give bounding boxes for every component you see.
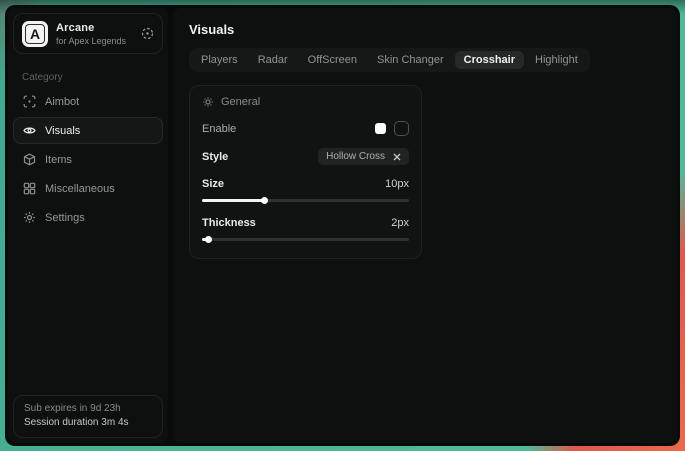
- enable-checkbox[interactable]: [394, 121, 409, 136]
- thickness-value: 2px: [391, 217, 409, 229]
- app-logo: A: [22, 21, 48, 47]
- tab-highlight[interactable]: Highlight: [526, 51, 587, 69]
- style-row: Style Hollow Cross: [202, 148, 409, 165]
- thickness-row: Thickness 2px: [202, 217, 409, 243]
- general-panel: General Enable Style Hollow Cross: [189, 85, 422, 259]
- enable-label: Enable: [202, 123, 236, 135]
- size-slider[interactable]: [202, 197, 409, 204]
- app-subtitle: for Apex Legends: [56, 36, 126, 46]
- sidebar-item-label: Visuals: [45, 125, 80, 137]
- app-window: A Arcane for Apex Legends Category: [5, 5, 680, 446]
- thickness-slider-thumb[interactable]: [205, 236, 212, 243]
- tab-crosshair[interactable]: Crosshair: [455, 51, 524, 69]
- size-header: Size 10px: [202, 178, 409, 190]
- gear-icon: [23, 211, 36, 224]
- style-value: Hollow Cross: [326, 151, 385, 162]
- sidebar-item-items[interactable]: Items: [13, 146, 163, 173]
- sidebar: A Arcane for Apex Legends Category: [8, 8, 168, 443]
- crosshair-icon: [23, 95, 36, 108]
- size-slider-fill: [202, 199, 264, 202]
- thickness-slider[interactable]: [202, 236, 409, 243]
- sub-expires-text: Sub expires in 9d 23h: [24, 402, 152, 416]
- scan-target-icon[interactable]: [141, 27, 154, 40]
- subscription-info: Sub expires in 9d 23h Session duration 3…: [13, 395, 163, 438]
- size-label: Size: [202, 178, 224, 190]
- general-panel-title: General: [221, 96, 260, 108]
- logo-letter: A: [30, 26, 40, 42]
- app-name: Arcane: [56, 22, 126, 34]
- size-value: 10px: [385, 178, 409, 190]
- grid-icon: [23, 182, 36, 195]
- close-icon[interactable]: [393, 153, 401, 161]
- sidebar-item-aimbot[interactable]: Aimbot: [13, 88, 163, 115]
- general-panel-header: General: [202, 96, 409, 108]
- style-label: Style: [202, 151, 228, 163]
- size-row: Size 10px: [202, 178, 409, 204]
- sidebar-item-label: Settings: [45, 212, 85, 224]
- enable-controls: [375, 121, 409, 136]
- sidebar-item-miscellaneous[interactable]: Miscellaneous: [13, 175, 163, 202]
- sidebar-item-label: Miscellaneous: [45, 183, 115, 195]
- tab-players[interactable]: Players: [192, 51, 247, 69]
- category-label: Category: [22, 72, 168, 83]
- thickness-slider-track[interactable]: [202, 238, 409, 241]
- tab-bar: Players Radar OffScreen Skin Changer Cro…: [189, 48, 590, 72]
- gear-sun-icon: [202, 96, 214, 108]
- brand-text: Arcane for Apex Legends: [56, 22, 126, 46]
- eye-icon: [23, 124, 36, 137]
- sidebar-item-settings[interactable]: Settings: [13, 204, 163, 231]
- thickness-label: Thickness: [202, 217, 256, 229]
- main-content: Visuals Players Radar OffScreen Skin Cha…: [173, 8, 677, 443]
- session-duration-text: Session duration 3m 4s: [24, 416, 152, 430]
- size-slider-thumb[interactable]: [261, 197, 268, 204]
- brand-card: A Arcane for Apex Legends: [13, 13, 163, 54]
- tab-radar[interactable]: Radar: [249, 51, 297, 69]
- sidebar-item-label: Items: [45, 154, 72, 166]
- thickness-header: Thickness 2px: [202, 217, 409, 229]
- color-swatch[interactable]: [375, 123, 386, 134]
- sidebar-nav: Aimbot Visuals: [8, 88, 168, 231]
- page-title: Visuals: [189, 22, 661, 37]
- tab-offscreen[interactable]: OffScreen: [299, 51, 366, 69]
- package-icon: [23, 153, 36, 166]
- enable-row: Enable: [202, 121, 409, 136]
- sidebar-item-visuals[interactable]: Visuals: [13, 117, 163, 144]
- desktop-background: A Arcane for Apex Legends Category: [0, 0, 685, 451]
- tab-skin-changer[interactable]: Skin Changer: [368, 51, 453, 69]
- style-select[interactable]: Hollow Cross: [318, 148, 409, 165]
- sidebar-item-label: Aimbot: [45, 96, 79, 108]
